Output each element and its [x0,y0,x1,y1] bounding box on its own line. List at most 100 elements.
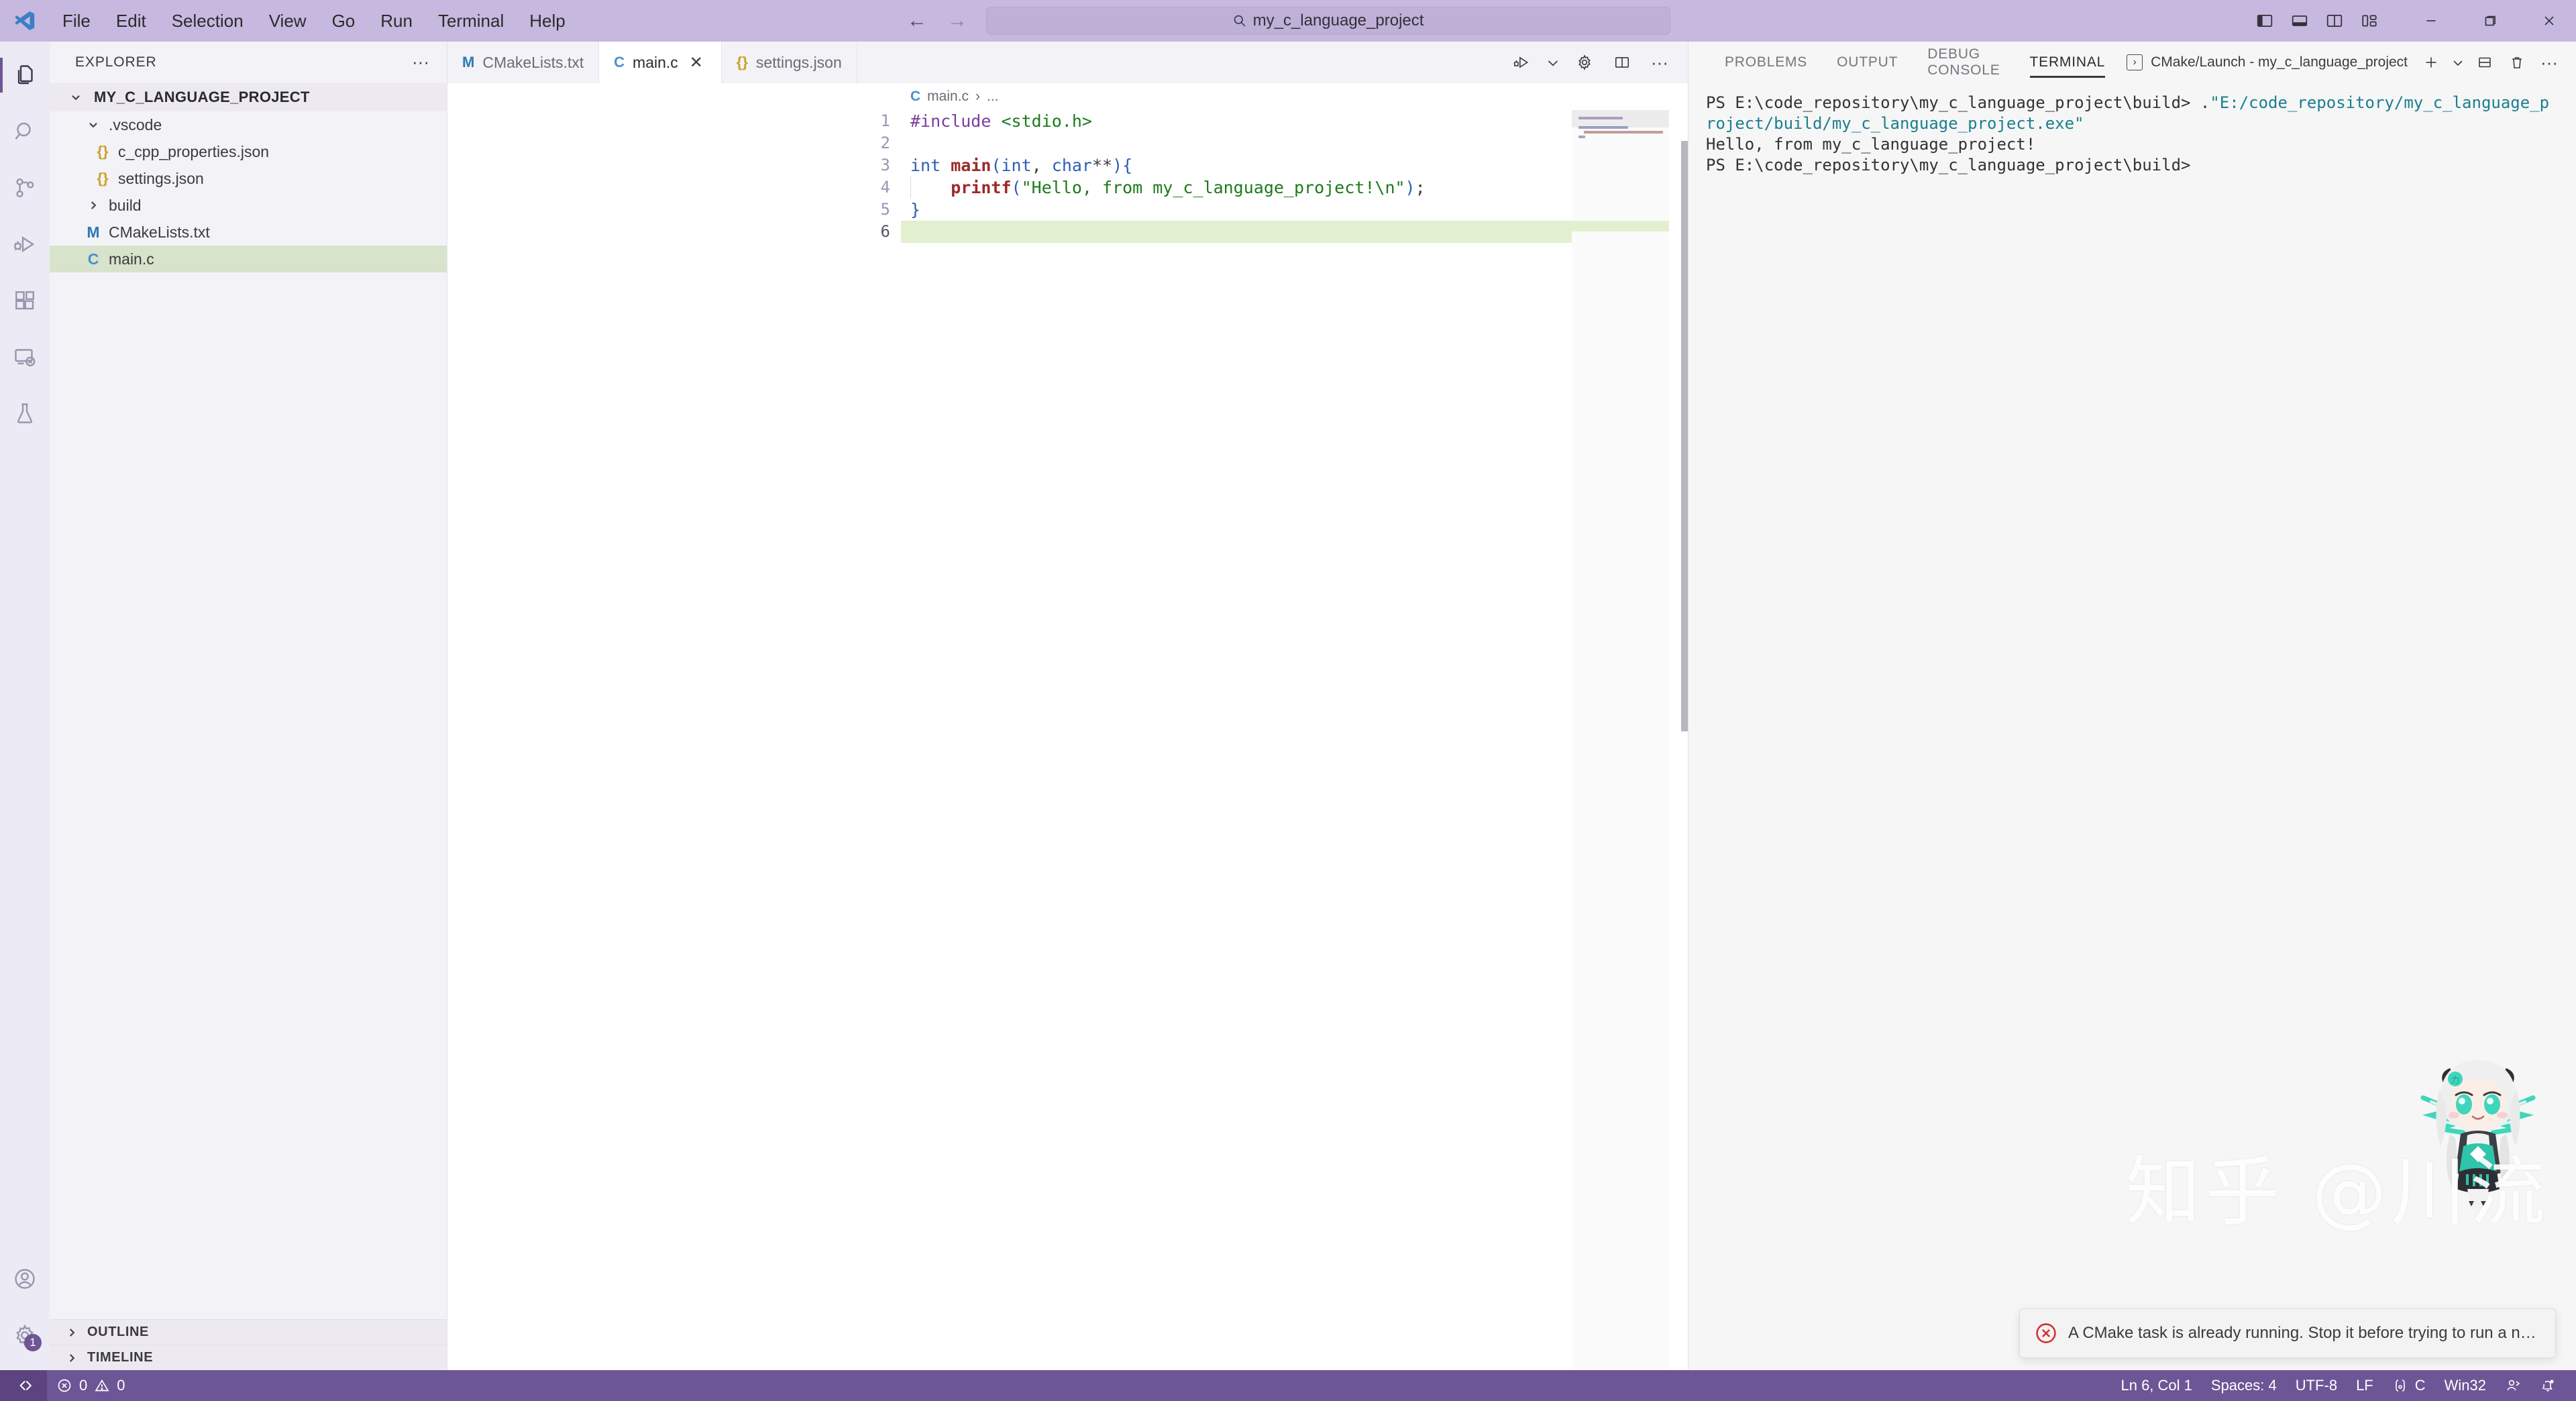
menu-go[interactable]: Go [319,8,368,34]
arrow-left-icon[interactable]: ← [906,11,928,31]
gear-icon[interactable] [1567,47,1602,78]
workbench: 1 EXPLORER ··· MY_C_LANGUAGE_PROJECT .vs… [0,42,2576,1370]
window-controls [2247,6,2576,36]
kill-terminal-icon[interactable] [2502,48,2532,77]
tree-item-main-c[interactable]: C main.c [50,246,447,272]
manage-settings-button[interactable]: 1 [0,1307,50,1363]
sidebar-more-actions-icon[interactable]: ··· [402,54,439,70]
sidebar-item-remote-explorer[interactable] [0,329,50,385]
more-actions-icon[interactable]: ··· [1642,47,1677,78]
sidebar-item-extensions[interactable] [0,272,50,329]
cmake-file-icon: M [462,54,475,70]
notification-toast[interactable]: A CMake task is already running. Stop it… [2019,1308,2556,1358]
tab-debug-console[interactable]: DEBUG CONSOLE [1913,42,2015,83]
menu-run[interactable]: Run [368,8,425,34]
menu-file[interactable]: File [50,8,103,34]
line-number: 4 [880,178,890,197]
status-language-mode[interactable]: C [2383,1370,2435,1401]
terminal-instance-tab[interactable]: › CMake/Launch - my_c_language_project [2120,54,2414,70]
line-text: } [910,200,921,219]
run-or-debug-icon[interactable] [1504,47,1539,78]
cmake-file-icon: M [87,223,100,241]
more-actions-icon[interactable]: ··· [2534,48,2565,77]
menu-edit[interactable]: Edit [103,8,159,34]
tab-main-c[interactable]: C main.c ✕ [599,42,722,83]
menu-bar: File Edit Selection View Go Run Terminal… [50,8,578,34]
code-editor[interactable]: 1 #include <stdio.h> 2 3 int main(int, c… [447,110,1688,1370]
chevron-down-icon[interactable] [1542,47,1564,78]
chevron-left-icon[interactable] [2566,48,2576,77]
sidebar-section-timeline[interactable]: TIMELINE [50,1345,447,1370]
new-terminal-icon[interactable] [2416,48,2447,77]
testing-flask-icon [17,403,33,423]
terminal-line: PS E:\code_repository\my_c_language_proj… [1706,93,2559,134]
split-terminal-icon[interactable] [2469,48,2500,77]
tree-item-settings-json[interactable]: {} settings.json [50,165,447,192]
json-file-icon: {} [97,170,109,187]
close-icon[interactable]: ✕ [686,53,706,72]
editor-scroll-thumb[interactable] [1681,141,1688,731]
sidebar-section-outline[interactable]: OUTLINE [50,1319,447,1345]
panel-header: PROBLEMS OUTPUT DEBUG CONSOLE TERMINAL ›… [1688,42,2576,83]
terminal-output[interactable]: PS E:\code_repository\my_c_language_proj… [1688,83,2576,1370]
tab-terminal[interactable]: TERMINAL [2015,42,2121,83]
status-eol[interactable]: LF [2347,1370,2383,1401]
line-number: 1 [880,111,890,130]
menu-help[interactable]: Help [517,8,578,34]
code-content: 1 #include <stdio.h> 2 3 int main(int, c… [881,110,1688,1370]
status-problems[interactable]: 0 0 [47,1370,135,1401]
tree-item-build[interactable]: build [50,192,447,219]
tree-root-folder[interactable]: MY_C_LANGUAGE_PROJECT [50,83,447,111]
tree-item-c-cpp-properties-json[interactable]: {} c_cpp_properties.json [50,138,447,165]
sidebar-item-search[interactable] [0,103,50,160]
c-file-icon: C [614,54,625,70]
extensions-icon [15,291,34,310]
error-icon [58,1379,71,1392]
toggle-primary-sidebar-icon[interactable] [2247,6,2282,36]
menu-selection[interactable]: Selection [159,8,256,34]
minimap-slider[interactable] [1572,110,1669,127]
breadcrumb: C main.c › ... [447,83,1688,110]
menu-terminal[interactable]: Terminal [425,8,517,34]
arrow-right-icon[interactable]: → [946,11,969,31]
account-button[interactable] [0,1251,50,1307]
tab-output[interactable]: OUTPUT [1822,42,1913,83]
terminal-line: PS E:\code_repository\my_c_language_proj… [1706,156,2191,174]
editor-group: M CMakeLists.txt C main.c ✕ {} settings.… [447,42,1688,1370]
sidebar-item-run-and-debug[interactable] [0,216,50,272]
status-platform[interactable]: Win32 [2435,1370,2496,1401]
breadcrumb-file[interactable]: main.c [927,89,969,105]
powershell-prompt-icon: › [2127,54,2143,70]
status-live-share[interactable] [2496,1370,2530,1401]
breadcrumb-rest[interactable]: ... [987,89,999,105]
command-center[interactable]: my_c_language_project [986,7,1670,35]
status-cursor-position[interactable]: Ln 6, Col 1 [2111,1370,2201,1401]
remote-indicator[interactable] [0,1370,47,1401]
warning-count: 0 [117,1377,125,1394]
toggle-panel-icon[interactable] [2282,6,2317,36]
code-line: 2 [881,132,1688,154]
menu-view[interactable]: View [256,8,319,34]
status-indentation[interactable]: Spaces: 4 [2202,1370,2286,1401]
sidebar-section-label: TIMELINE [87,1350,154,1365]
sidebar-item-explorer[interactable] [0,47,50,103]
split-editor-icon[interactable] [1605,47,1640,78]
sidebar-item-testing[interactable] [0,385,50,442]
toggle-secondary-sidebar-icon[interactable] [2317,6,2352,36]
minimap[interactable] [1572,110,1669,1370]
customize-layout-icon[interactable] [2352,6,2387,36]
tree-item-cmakelists-txt[interactable]: M CMakeLists.txt [50,219,447,246]
tab-settings-json[interactable]: {} settings.json [721,42,857,83]
status-encoding[interactable]: UTF-8 [2286,1370,2347,1401]
chevron-right-icon [60,1352,83,1364]
maximize-icon[interactable] [2473,6,2508,36]
close-window-icon[interactable] [2532,6,2567,36]
tab-cmakelists-txt[interactable]: M CMakeLists.txt [447,42,600,83]
status-notifications[interactable] [2530,1370,2565,1401]
sidebar-item-source-control[interactable] [0,160,50,216]
tree-item-vscode[interactable]: .vscode [50,111,447,138]
minimize-icon[interactable] [2414,6,2449,36]
chevron-down-icon[interactable] [2448,48,2468,77]
tab-problems[interactable]: PROBLEMS [1710,42,1822,83]
editor-actions: ··· [1504,42,1688,83]
